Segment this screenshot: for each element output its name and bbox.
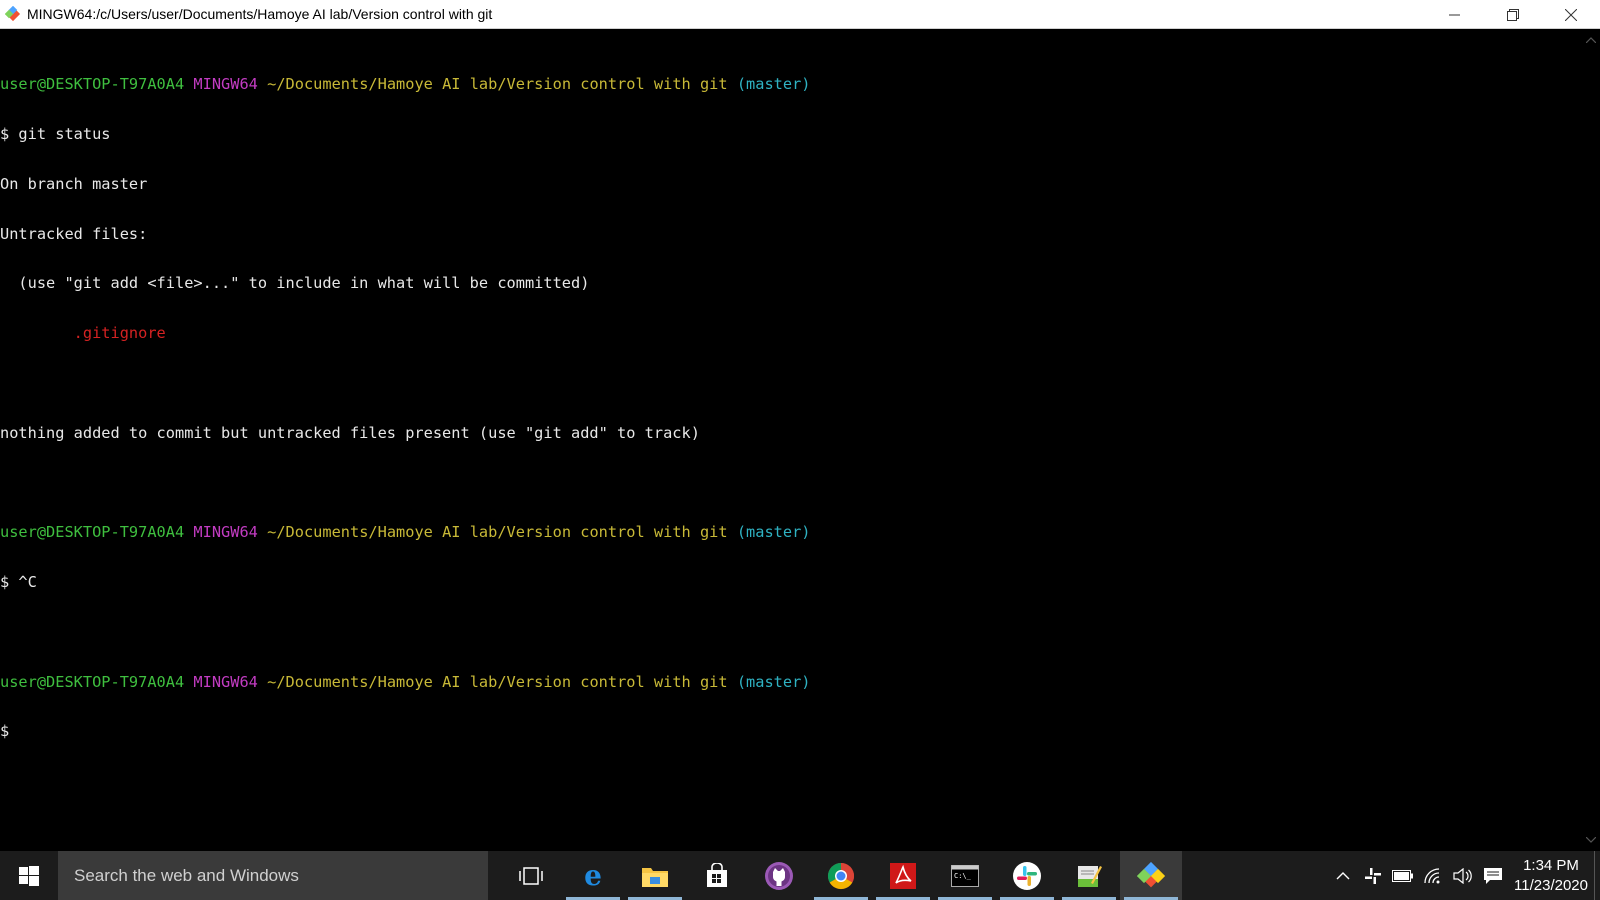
restore-icon (1507, 8, 1519, 21)
prompt-user-host: user@DESKTOP-T97A0A4 (0, 523, 185, 542)
chrome-icon (827, 862, 855, 889)
chevron-down-icon (1586, 837, 1596, 843)
battery-icon (1392, 869, 1413, 882)
folder-icon (642, 867, 668, 887)
task-view-icon (519, 866, 543, 885)
battery-button[interactable] (1388, 851, 1418, 900)
command-line: $ git status (0, 124, 111, 143)
acrobat-icon (890, 862, 916, 889)
store-icon (707, 862, 727, 887)
output-line: Untracked files: (0, 224, 148, 243)
taskbar-app-slack[interactable] (996, 851, 1058, 900)
taskbar-app-chrome[interactable] (810, 851, 872, 900)
git-bash-icon (3, 4, 23, 24)
untracked-file: .gitignore (0, 324, 166, 343)
slack-icon (1013, 861, 1041, 890)
prompt-branch: (master) (736, 75, 811, 94)
search-box[interactable]: Search the web and Windows (58, 851, 488, 900)
svg-text:e: e (584, 863, 602, 889)
prompt-branch: (master) (736, 523, 811, 542)
taskbar-app-git-bash[interactable] (1120, 851, 1182, 900)
command-line: $ (0, 722, 10, 741)
close-icon (1565, 8, 1577, 21)
clock-date: 11/23/2020 (1514, 876, 1588, 894)
action-center-button[interactable] (1478, 851, 1508, 900)
taskbar-clock[interactable]: 1:34 PM 11/23/2020 (1508, 851, 1594, 900)
windows-logo-icon (19, 865, 39, 886)
system-tray: 1:34 PM 11/23/2020 (1328, 851, 1600, 900)
minimize-button[interactable] (1426, 0, 1484, 29)
edge-icon: e (584, 863, 602, 889)
show-desktop-button[interactable] (1594, 851, 1600, 900)
git-icon (1137, 861, 1165, 887)
prompt-user-host: user@DESKTOP-T97A0A4 (0, 672, 185, 691)
taskbar: Search the web and Windows e C:\_ 1:34 P… (0, 851, 1600, 900)
restore-button[interactable] (1484, 0, 1542, 29)
taskbar-app-github[interactable] (748, 851, 810, 900)
terminal-output[interactable]: user@DESKTOP-T97A0A4 MINGW64 ~/Documents… (0, 29, 1582, 851)
taskbar-app-store[interactable] (686, 851, 748, 900)
window-controls (1426, 0, 1600, 29)
minimize-icon (1449, 14, 1460, 15)
output-line: (use "git add <file>..." to include in w… (0, 274, 590, 293)
svg-text:C:\_: C:\_ (954, 872, 972, 880)
taskbar-app-explorer[interactable] (624, 851, 686, 900)
scroll-down-button[interactable] (1582, 831, 1600, 849)
prompt-system: MINGW64 (193, 672, 258, 691)
taskbar-app-edge[interactable]: e (562, 851, 624, 900)
chevron-up-icon (1336, 871, 1350, 879)
prompt-line: user@DESKTOP-T97A0A4 MINGW64 ~/Documents… (0, 76, 1582, 93)
volume-button[interactable] (1448, 851, 1478, 900)
network-button[interactable] (1418, 851, 1448, 900)
start-button[interactable] (0, 851, 58, 900)
scroll-up-button[interactable] (1582, 31, 1600, 49)
task-view-button[interactable] (500, 851, 562, 900)
github-icon (765, 861, 793, 890)
taskbar-app-acrobat[interactable] (872, 851, 934, 900)
notification-icon (1484, 867, 1502, 884)
notepad-icon (1078, 865, 1102, 887)
terminal-scrollbar[interactable] (1582, 29, 1600, 851)
wifi-icon (1424, 867, 1440, 883)
close-button[interactable] (1542, 0, 1600, 29)
command-line: $ ^C (0, 573, 37, 591)
output-line: On branch master (0, 174, 148, 193)
search-placeholder: Search the web and Windows (74, 865, 299, 885)
prompt-path: ~/Documents/Hamoye AI lab/Version contro… (267, 523, 728, 542)
title-bar[interactable]: MINGW64:/c/Users/user/Documents/Hamoye A… (0, 0, 1600, 29)
clock-time: 1:34 PM (1523, 856, 1579, 874)
prompt-path: ~/Documents/Hamoye AI lab/Version contro… (267, 672, 728, 691)
prompt-system: MINGW64 (193, 75, 258, 94)
tray-slack-button[interactable] (1358, 851, 1388, 900)
window-title: MINGW64:/c/Users/user/Documents/Hamoye A… (27, 6, 493, 22)
prompt-line: user@DESKTOP-T97A0A4 MINGW64 ~/Documents… (0, 524, 1582, 541)
taskbar-app-cmd[interactable]: C:\_ (934, 851, 996, 900)
speaker-icon (1453, 867, 1472, 884)
prompt-user-host: user@DESKTOP-T97A0A4 (0, 75, 185, 94)
show-hidden-icons-button[interactable] (1328, 851, 1358, 900)
prompt-system: MINGW64 (193, 523, 258, 542)
prompt-path: ~/Documents/Hamoye AI lab/Version contro… (267, 75, 728, 94)
slack-tray-icon (1365, 867, 1381, 884)
chevron-up-icon (1586, 37, 1596, 43)
taskbar-app-editor[interactable] (1058, 851, 1120, 900)
prompt-branch: (master) (736, 672, 811, 691)
prompt-line: user@DESKTOP-T97A0A4 MINGW64 ~/Documents… (0, 672, 1582, 691)
output-line: nothing added to commit but untracked fi… (0, 423, 700, 442)
cmd-icon: C:\_ (951, 864, 979, 887)
